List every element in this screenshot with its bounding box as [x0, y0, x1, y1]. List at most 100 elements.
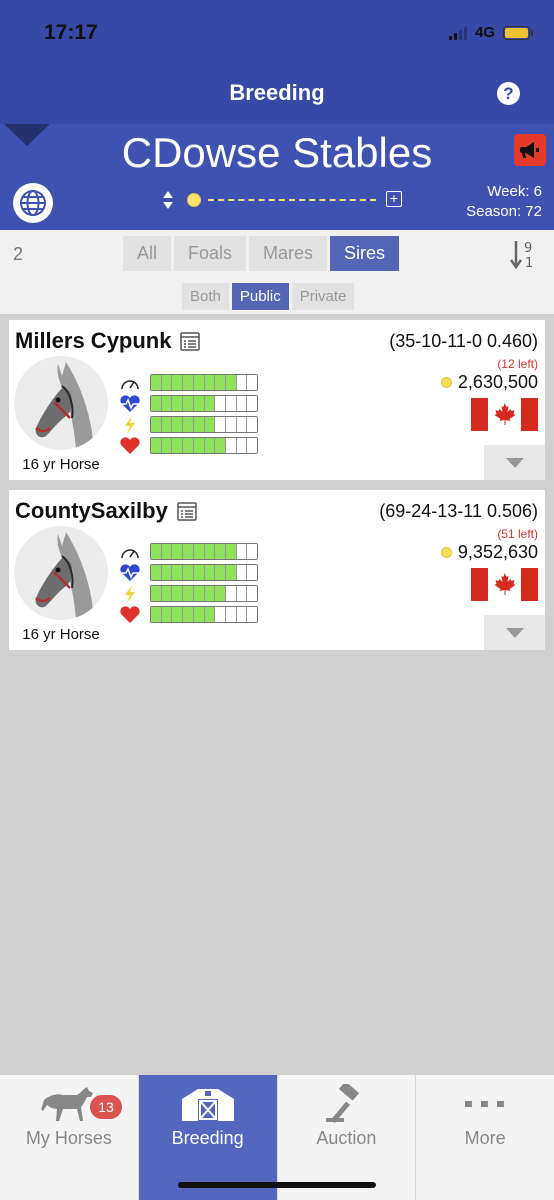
expand-button[interactable]: [484, 445, 545, 480]
stat-speed: [119, 543, 259, 561]
slider-knob[interactable]: [187, 193, 201, 207]
horse-avatar[interactable]: [14, 356, 108, 450]
question-circle-icon[interactable]: ?: [497, 82, 520, 105]
megaphone-icon[interactable]: [514, 134, 546, 166]
bar-segment: [193, 565, 205, 580]
plus-box-icon[interactable]: +: [386, 191, 402, 207]
bar-segment: [193, 586, 205, 601]
bar-segment: [183, 396, 194, 411]
horse-card[interactable]: Millers Cypunk (35-10-11-0 0.460) (12 le…: [9, 320, 545, 480]
bar-segment: [183, 607, 194, 622]
tab-mares[interactable]: Mares: [249, 236, 328, 271]
bar-segment: [225, 396, 237, 411]
bar-segment: [151, 607, 162, 622]
bar-segment: [204, 607, 216, 622]
bar-segment: [204, 396, 216, 411]
bar-segment: [172, 375, 184, 390]
bar-segment: [236, 544, 248, 559]
coin-icon: [440, 377, 452, 388]
stamina-bar: [150, 395, 258, 412]
subtab-both[interactable]: Both: [182, 283, 229, 310]
bar-segment: [183, 565, 194, 580]
heart-icon: [120, 437, 140, 454]
subtab-public[interactable]: Public: [231, 283, 289, 310]
speed-bar: [150, 543, 258, 560]
lightning-icon: [125, 416, 135, 434]
tab-all[interactable]: All: [123, 236, 172, 271]
stat-energy: [119, 416, 259, 434]
stat-stamina: [119, 395, 259, 413]
notification-badge: 13: [90, 1095, 122, 1119]
tab-foals[interactable]: Foals: [174, 236, 247, 271]
notes-icon[interactable]: [176, 500, 198, 522]
bar-segment: [151, 544, 162, 559]
bar-segment: [151, 375, 162, 390]
signal-icon: [448, 26, 467, 40]
season-label: Season: 72: [466, 203, 542, 220]
sort-numeric-icon[interactable]: 9 1: [510, 238, 536, 270]
chevron-down-icon: [505, 457, 524, 468]
app-header: 17:17 4G Breeding ?: [0, 0, 554, 124]
horse-avatar[interactable]: [14, 526, 108, 620]
tab-my-horses[interactable]: 13 My Horses: [0, 1075, 139, 1200]
tab-sires[interactable]: Sires: [330, 236, 400, 271]
bar-segment: [161, 544, 173, 559]
bar-segment: [215, 396, 226, 411]
bar-segment: [161, 565, 173, 580]
bar-segment: [215, 544, 226, 559]
up-down-arrows-icon[interactable]: [162, 190, 174, 210]
race-record: (69-24-13-11 0.506): [379, 501, 538, 521]
stat-energy: [119, 585, 259, 603]
bar-segment: [161, 438, 173, 453]
subtab-private[interactable]: Private: [291, 283, 355, 310]
bar-segment: [215, 586, 226, 601]
bar-segment: [161, 417, 173, 432]
horse-card[interactable]: CountySaxilby (69-24-13-11 0.506) (51 le…: [9, 490, 545, 650]
notes-icon[interactable]: [179, 330, 201, 352]
breedings-left: (12 left): [497, 357, 538, 371]
bar-segment: [236, 417, 248, 432]
bar-segment: [225, 565, 237, 580]
bar-segment: [193, 544, 205, 559]
stat-heart: [119, 606, 259, 624]
bar-segment: [247, 544, 257, 559]
horse-name-row: Millers Cypunk: [15, 328, 201, 354]
more-dots-icon: [416, 1083, 554, 1125]
bar-segment: [215, 607, 226, 622]
bar-segment: [183, 586, 194, 601]
speedometer-icon: [121, 549, 139, 559]
stud-fee-value: 2,630,500: [457, 372, 538, 392]
page-title: Breeding: [229, 80, 325, 105]
bar-segment: [161, 396, 173, 411]
stat-heart: [119, 437, 259, 455]
bar-segment: [236, 586, 248, 601]
tab-label: Auction: [316, 1128, 377, 1148]
heart-bar: [150, 606, 258, 623]
horse-age: 16 yr Horse: [22, 456, 100, 473]
stud-fee: 9,352,630: [440, 542, 538, 563]
bar-segment: [247, 375, 257, 390]
bar-segment: [151, 438, 162, 453]
bar-segment: [225, 586, 237, 601]
breedings-left: (51 left): [497, 527, 538, 541]
svg-text:1: 1: [525, 256, 533, 270]
bar-segment: [236, 396, 248, 411]
horse-name: CountySaxilby: [15, 498, 168, 523]
horse-age: 16 yr Horse: [22, 626, 100, 643]
globe-icon[interactable]: [13, 183, 53, 223]
tab-more[interactable]: More: [416, 1075, 554, 1200]
week-slider[interactable]: +: [162, 190, 402, 210]
expand-button[interactable]: [484, 615, 545, 650]
bar-segment: [151, 586, 162, 601]
bar-segment: [247, 438, 257, 453]
bar-segment: [172, 544, 184, 559]
status-time: 17:17: [44, 21, 98, 44]
barn-icon: [139, 1083, 277, 1125]
bar-segment: [193, 607, 205, 622]
slider-track[interactable]: [208, 199, 376, 201]
energy-bar: [150, 416, 258, 433]
bar-segment: [236, 607, 248, 622]
week-season-info: Week: 6 Season: 72: [466, 182, 542, 222]
network-label: 4G: [474, 24, 495, 41]
speedometer-icon: [121, 380, 139, 390]
